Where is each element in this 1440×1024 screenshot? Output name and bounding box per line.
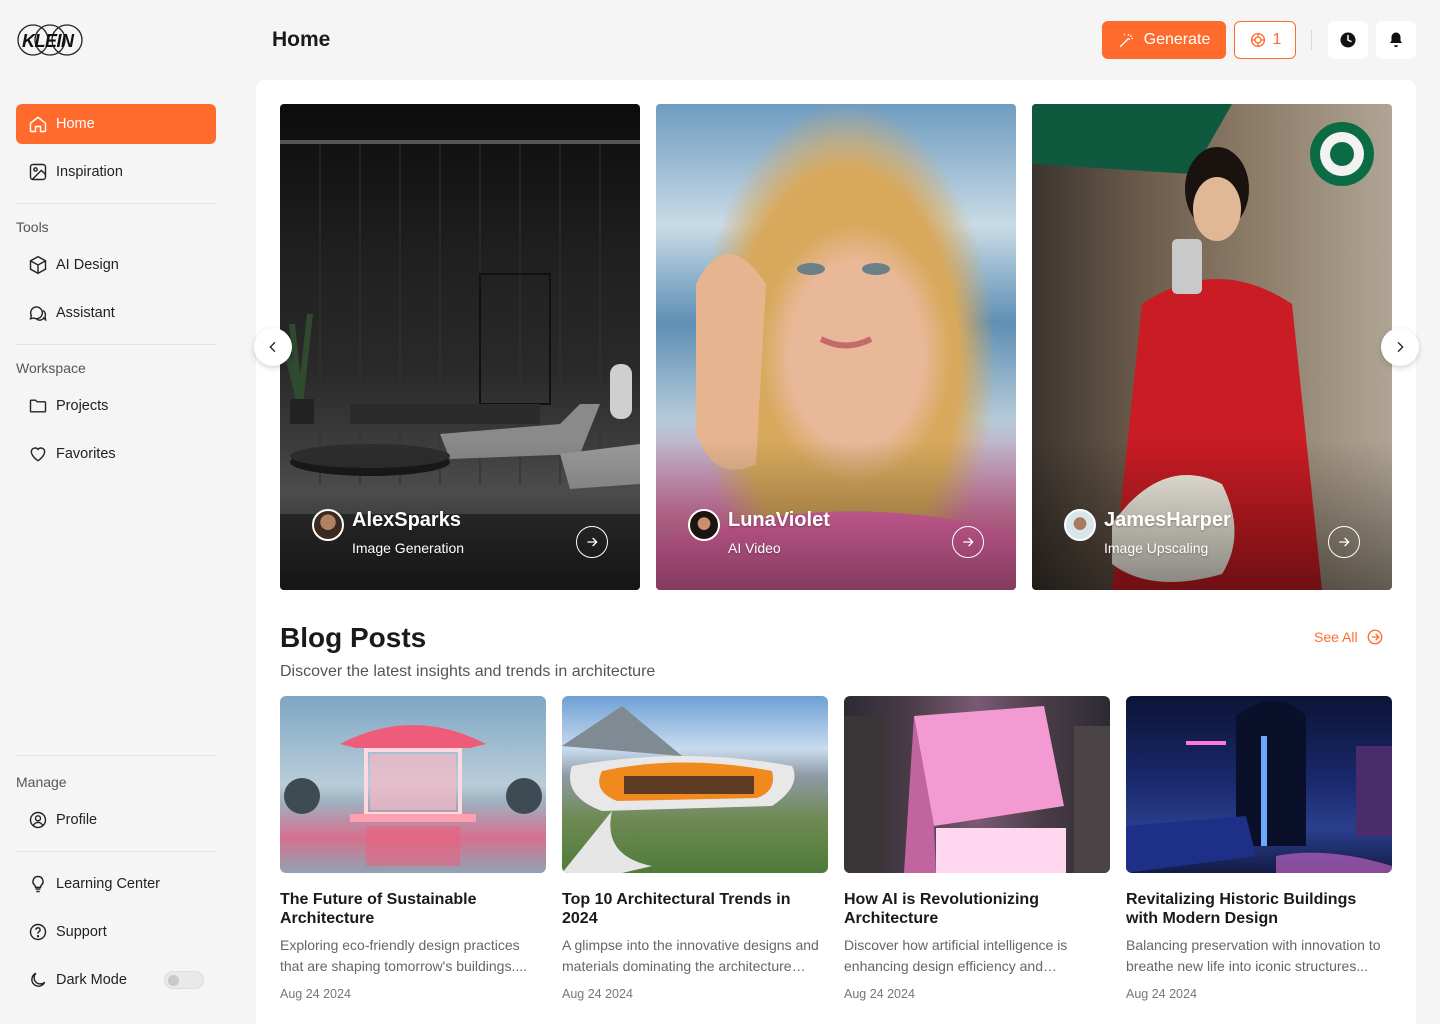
chevron-left-icon: [269, 341, 276, 353]
sidebar-item-label: Assistant: [56, 305, 115, 321]
blog-post-card[interactable]: Revitalizing Historic Buildings with Mod…: [1126, 696, 1392, 1001]
blog-post-image: [562, 696, 828, 873]
cube-icon: [29, 255, 47, 275]
history-button[interactable]: [1328, 21, 1368, 59]
credits-button[interactable]: 1: [1234, 21, 1296, 59]
sidebar-item-label: AI Design: [56, 257, 119, 273]
clock-icon: [1340, 32, 1356, 48]
credit-coin-icon: [1250, 32, 1265, 48]
sidebar-divider: [16, 755, 216, 756]
home-icon: [29, 116, 47, 133]
sidebar-item-home[interactable]: Home: [16, 104, 216, 144]
sidebar-item-favorites[interactable]: Favorites: [16, 434, 216, 474]
chat-icon: [29, 306, 47, 322]
arrow-right-icon[interactable]: [952, 526, 984, 558]
blog-post-description: Balancing preservation with innovation t…: [1126, 937, 1381, 974]
sidebar-item-label: Support: [56, 924, 107, 940]
sidebar-item-inspiration[interactable]: Inspiration: [16, 152, 216, 192]
moon-icon: [31, 972, 46, 987]
klein-logo[interactable]: KLEIN: [16, 22, 84, 58]
sidebar-item-label: Dark Mode: [56, 972, 127, 988]
sidebar-item-projects[interactable]: Projects: [16, 386, 216, 426]
heart-icon: [30, 447, 46, 462]
blog-post-description: Discover how artificial intelligence is …: [844, 937, 1068, 974]
section-label-tools: Tools: [16, 219, 49, 235]
sidebar-item-learning-center[interactable]: Learning Center: [16, 864, 216, 904]
lightbulb-icon: [32, 875, 44, 893]
blog-post-date: Aug 24 2024: [562, 987, 633, 1001]
showcase-card[interactable]: JamesHarper Image Upscaling: [1032, 104, 1392, 590]
blog-post-date: Aug 24 2024: [1126, 987, 1197, 1001]
sidebar-divider: [16, 851, 216, 852]
arrow-circle-right-icon: [1367, 629, 1383, 645]
blog-post-card[interactable]: Top 10 Architectural Trends in 2024 A gl…: [562, 696, 828, 1001]
user-icon: [29, 811, 47, 829]
image-icon: [29, 163, 47, 181]
sidebar-divider: [16, 344, 216, 345]
folder-icon: [29, 399, 47, 413]
sidebar-item-label: Profile: [56, 812, 98, 828]
blog-post-title: Top 10 Architectural Trends in 2024: [562, 891, 791, 927]
notifications-button[interactable]: [1376, 21, 1416, 59]
sidebar-item-label: Favorites: [56, 446, 116, 462]
blog-section-title: Blog Posts: [280, 622, 427, 653]
dark-mode-toggle[interactable]: [164, 971, 204, 989]
creator-tool: Image Generation: [352, 540, 465, 556]
chevron-right-icon: [1397, 341, 1404, 353]
sidebar-item-label: Projects: [56, 398, 109, 414]
creator-name: JamesHarper: [1104, 509, 1231, 531]
avatar: [688, 509, 720, 541]
blog-post-description: A glimpse into the innovative designs an…: [562, 937, 819, 974]
logo-text: KLEIN: [22, 31, 74, 51]
arrow-right-icon[interactable]: [1328, 526, 1360, 558]
sidebar: KLEIN Home Inspiration Tools AI Design A…: [0, 0, 232, 1024]
credits-count: 1: [1272, 31, 1282, 48]
sidebar-divider: [16, 203, 216, 204]
blog-post-image: [844, 696, 1110, 873]
page-title: Home: [272, 28, 331, 51]
blog-post-description: Exploring eco-friendly design practices …: [280, 937, 528, 974]
blog-post-date: Aug 24 2024: [844, 987, 915, 1001]
generate-label: Generate: [1143, 31, 1211, 48]
blog-post-title: How AI is Revolutionizing Architecture: [844, 891, 1039, 927]
sidebar-item-profile[interactable]: Profile: [16, 800, 216, 840]
sidebar-item-ai-design[interactable]: AI Design: [16, 245, 216, 285]
creator-name: LunaViolet: [728, 509, 830, 531]
showcase-card[interactable]: LunaViolet AI Video: [656, 104, 1016, 590]
arrow-right-icon[interactable]: [576, 526, 608, 558]
showcase-card[interactable]: AlexSparks Image Generation: [280, 104, 640, 590]
sidebar-item-support[interactable]: Support: [16, 912, 216, 952]
blog-post-card[interactable]: The Future of Sustainable Architecture E…: [280, 696, 546, 1001]
sidebar-item-label: Learning Center: [56, 876, 160, 892]
blog-post-image: [280, 696, 546, 873]
blog-post-title: The Future of Sustainable Architecture: [280, 891, 477, 927]
creator-tool: AI Video: [728, 540, 781, 556]
blog-section-subtitle: Discover the latest insights and trends …: [280, 663, 656, 680]
creator-name: AlexSparks: [352, 509, 461, 531]
avatar: [1064, 509, 1096, 541]
magic-wand-icon: [1119, 33, 1133, 48]
help-icon: [29, 923, 47, 941]
sidebar-item-label: Inspiration: [56, 164, 123, 180]
sidebar-item-label: Home: [56, 116, 95, 132]
blog-post-title: Revitalizing Historic Buildings with Mod…: [1126, 891, 1357, 927]
blog-post-card[interactable]: How AI is Revolutionizing Architecture D…: [844, 696, 1110, 1001]
header-separator: [1311, 30, 1312, 50]
bell-icon: [1390, 32, 1402, 48]
blog-post-date: Aug 24 2024: [280, 987, 351, 1001]
creator-tool: Image Upscaling: [1104, 540, 1209, 556]
generate-button[interactable]: Generate: [1102, 21, 1226, 59]
sidebar-item-assistant[interactable]: Assistant: [16, 293, 216, 333]
carousel-next-button[interactable]: [1381, 328, 1419, 366]
avatar: [312, 509, 344, 541]
toggle-knob: [168, 975, 179, 986]
carousel-prev-button[interactable]: [254, 328, 292, 366]
section-label-manage: Manage: [16, 774, 67, 790]
see-all-label: See All: [1314, 629, 1358, 645]
blog-post-image: [1126, 696, 1392, 873]
see-all-link[interactable]: See All: [1314, 628, 1384, 646]
section-label-workspace: Workspace: [16, 360, 86, 376]
